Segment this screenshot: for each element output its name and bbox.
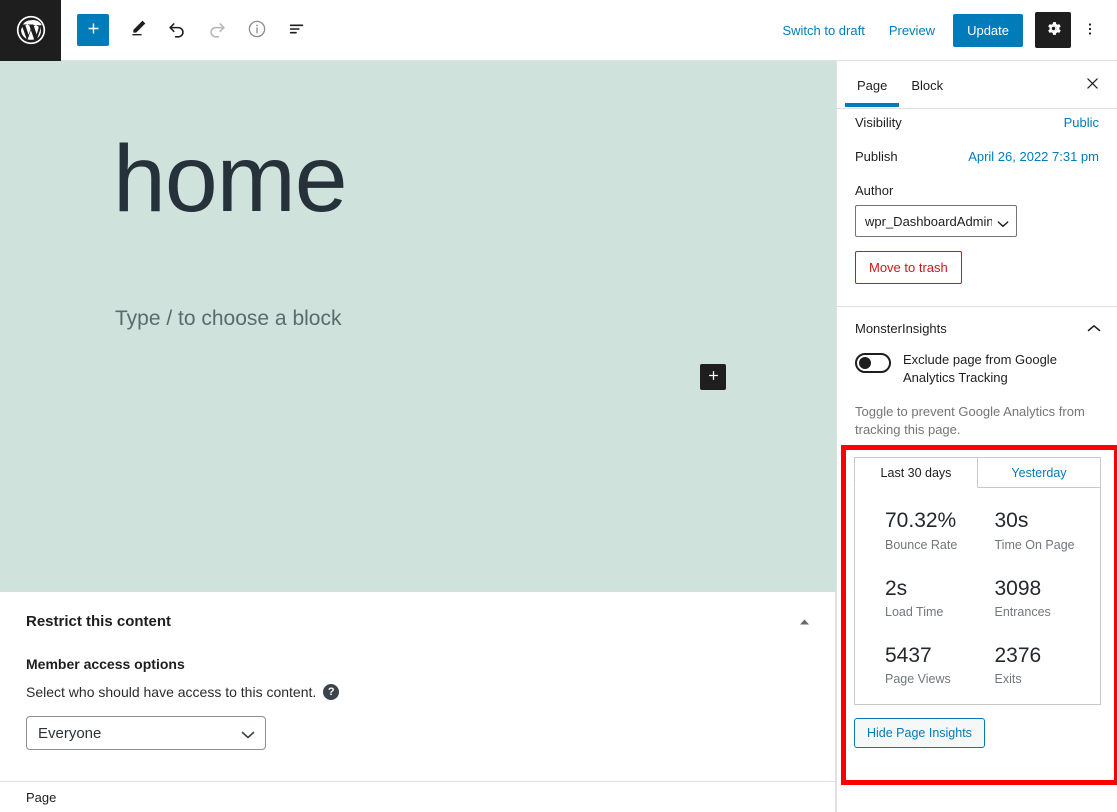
page-insights-card: Last 30 days Yesterday 70.32% Bounce Rat…: [854, 457, 1101, 705]
stat-value: 3098: [994, 576, 1042, 600]
stat-label: Page Views: [885, 671, 951, 686]
restrict-content-header: Restrict this content: [0, 592, 835, 632]
stat-entrances: 3098 Entrances: [978, 577, 1101, 619]
stat-label: Time On Page: [994, 537, 1075, 552]
switch-to-draft-button[interactable]: Switch to draft: [772, 17, 874, 44]
redo-button[interactable]: [199, 12, 235, 48]
insights-tab-yesterday[interactable]: Yesterday: [978, 457, 1101, 489]
exclude-tracking-label: Exclude page from Google Analytics Track…: [903, 352, 1057, 385]
move-to-trash-button[interactable]: Move to trash: [855, 251, 962, 284]
sidebar-scroll-region: Visibility Public Publish April 26, 2022…: [837, 105, 1117, 748]
panel-collapse-toggle[interactable]: [793, 610, 815, 632]
stat-value: 2376: [994, 643, 1042, 667]
stat-load-time: 2s Load Time: [855, 577, 978, 619]
tab-page[interactable]: Page: [845, 64, 900, 107]
stat-time-on-page: 30s Time On Page: [978, 509, 1101, 551]
exclude-tracking-toggle[interactable]: [855, 353, 891, 373]
details-button[interactable]: [239, 12, 275, 48]
edit-tool-button[interactable]: [119, 12, 155, 48]
undo-button[interactable]: [159, 12, 195, 48]
redo-arrow-icon: [206, 18, 228, 43]
publish-label: Publish: [855, 148, 898, 164]
triangle-up-icon: [799, 614, 810, 629]
list-view-button[interactable]: [279, 12, 315, 48]
publish-row: Publish April 26, 2022 7:31 pm: [855, 139, 1099, 173]
restrict-content-panel: Restrict this content Member access opti…: [0, 591, 836, 781]
wordpress-block-editor: Switch to draft Preview Update home Type…: [0, 0, 1117, 812]
stat-value: 5437: [885, 643, 932, 667]
tab-block[interactable]: Block: [899, 64, 955, 106]
visibility-row: Visibility Public: [855, 105, 1099, 139]
exclude-tracking-row: Exclude page from Google Analytics Track…: [837, 349, 1117, 386]
stat-label: Exits: [994, 671, 1022, 686]
sidebar-tab-bar: Page Block: [837, 61, 1117, 109]
pencil-icon: [126, 18, 148, 43]
stat-value: 30s: [994, 509, 1029, 533]
publish-date-button[interactable]: April 26, 2022 7:31 pm: [968, 149, 1099, 164]
access-description: Select who should have access to this co…: [26, 684, 317, 700]
access-select-wrapper: Everyone: [26, 716, 266, 750]
stat-exits: 2376 Exits: [978, 644, 1101, 686]
question-mark-icon[interactable]: ?: [323, 684, 340, 700]
stat-bounce-rate: 70.32% Bounce Rate: [855, 509, 978, 551]
list-view-icon: [286, 18, 308, 43]
undo-arrow-icon: [166, 18, 188, 43]
visibility-label: Visibility: [855, 114, 902, 130]
plus-icon: [706, 368, 721, 386]
close-icon: [1084, 75, 1101, 95]
access-description-row: Select who should have access to this co…: [0, 672, 835, 700]
status-and-visibility-rows: Visibility Public Publish April 26, 2022…: [837, 105, 1117, 173]
insights-stats-grid: 70.32% Bounce Rate 30s Time On Page 2s L…: [854, 487, 1101, 705]
stat-label: Entrances: [994, 604, 1051, 619]
stat-page-views: 5437 Page Views: [855, 644, 978, 686]
visibility-value-button[interactable]: Public: [1064, 115, 1099, 130]
preview-button[interactable]: Preview: [879, 17, 945, 44]
editor-toolbar: Switch to draft Preview Update: [0, 0, 1117, 61]
block-placeholder-text[interactable]: Type / to choose a block: [115, 307, 341, 331]
stat-label: Load Time: [885, 604, 944, 619]
toggle-knob: [859, 357, 871, 369]
info-circle-icon: [246, 18, 268, 43]
insights-tab-last-30-days[interactable]: Last 30 days: [854, 457, 978, 489]
stat-label: Bounce Rate: [885, 537, 958, 552]
editor-canvas[interactable]: home Type / to choose a block: [0, 61, 836, 591]
editor-status-bar: Page: [0, 781, 836, 812]
monsterinsights-title: MonsterInsights: [855, 321, 947, 336]
author-select[interactable]: wpr_DashboardAdmin: [855, 205, 1017, 237]
plus-icon: [85, 20, 102, 40]
toolbar-left-controls: [61, 12, 315, 48]
update-button[interactable]: Update: [953, 13, 1023, 47]
gear-icon: [1044, 19, 1063, 41]
settings-button[interactable]: [1035, 12, 1071, 48]
author-label: Author: [855, 183, 894, 198]
exclude-tracking-hint: Toggle to prevent Google Analytics from …: [855, 404, 1085, 438]
hide-page-insights-button[interactable]: Hide Page Insights: [854, 717, 985, 748]
wordpress-logo-icon: [14, 13, 48, 47]
settings-sidebar: Page Block Visibility Public Publish Apr…: [836, 61, 1117, 812]
chevron-up-icon: [1087, 324, 1101, 333]
wordpress-logo-button[interactable]: [0, 0, 61, 61]
insights-tab-bar: Last 30 days Yesterday: [854, 457, 1101, 489]
add-block-button[interactable]: [77, 14, 109, 46]
inline-add-block-button[interactable]: [700, 364, 726, 390]
access-level-select[interactable]: Everyone: [26, 716, 266, 750]
panel-title: Restrict this content: [26, 612, 172, 630]
toolbar-right-controls: Switch to draft Preview Update: [772, 12, 1117, 48]
stat-value: 70.32%: [885, 509, 957, 533]
breadcrumb[interactable]: Page: [0, 790, 56, 805]
stat-value: 2s: [885, 576, 908, 600]
member-access-options-label: Member access options: [26, 656, 185, 672]
close-sidebar-button[interactable]: [1075, 68, 1109, 102]
author-select-wrapper: wpr_DashboardAdmin: [855, 205, 1017, 237]
post-title[interactable]: home: [113, 129, 348, 230]
monsterinsights-panel-header[interactable]: MonsterInsights: [837, 307, 1117, 349]
more-options-button[interactable]: [1075, 12, 1105, 48]
three-dots-vertical-icon: [1081, 20, 1099, 41]
